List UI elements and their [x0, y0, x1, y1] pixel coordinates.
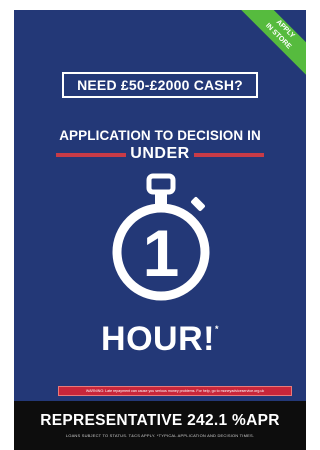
poster: APPLY IN STORE NEED £50-£2000 CASH? APPL…	[14, 10, 306, 450]
headline-line-1: APPLICATION TO DECISION IN	[59, 128, 261, 143]
hour-asterisk: *	[214, 324, 219, 334]
stopwatch-icon: 1	[112, 173, 210, 301]
footer-bar: REPRESENTATIVE 242.1 %APR LOANS SUBJECT …	[14, 401, 306, 450]
cash-amount-box: NEED £50-£2000 CASH?	[62, 72, 258, 98]
representative-apr: REPRESENTATIVE 242.1 %APR	[40, 412, 280, 429]
terms-small-print: LOANS SUBJECT TO STATUS. T&CS APPLY. *TY…	[65, 433, 255, 438]
under-row: UNDER	[56, 145, 264, 164]
headline-line-2: UNDER	[130, 145, 190, 162]
stopwatch-crown	[146, 173, 176, 195]
stopwatch-button	[191, 197, 205, 211]
stopwatch-stem	[155, 192, 167, 204]
hour-word: HOUR!	[101, 320, 215, 358]
apply-in-store-badge: APPLY IN STORE	[233, 10, 306, 81]
hour-text: HOUR!*	[14, 320, 306, 359]
poster-panel: APPLY IN STORE NEED £50-£2000 CASH? APPL…	[14, 10, 306, 401]
stopwatch-digit: 1	[143, 216, 180, 290]
warning-banner: WARNING: Late repayment can cause you se…	[58, 386, 292, 396]
